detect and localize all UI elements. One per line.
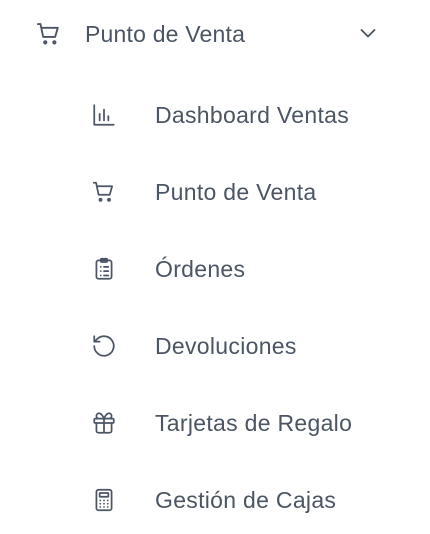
sidebar-item-gestion-de-cajas[interactable]: Gestión de Cajas (80, 471, 410, 527)
sidebar-item-label: Devoluciones (155, 333, 297, 359)
sidebar-item-tarjetas-de-regalo[interactable]: Tarjetas de Regalo (80, 394, 410, 450)
sidebar-item-ordenes[interactable]: Órdenes (80, 240, 410, 296)
sidebar-item-label: Dashboard Ventas (155, 102, 350, 128)
calculator-icon (91, 487, 117, 513)
sidebar-item-label: Punto de Venta (155, 179, 317, 205)
rotate-ccw-icon (91, 333, 117, 359)
sidebar-item-label: Tarjetas de Regalo (155, 410, 353, 436)
clipboard-list-icon (91, 256, 117, 282)
gift-icon (91, 410, 117, 436)
sidebar-item-label: Gestión de Cajas (155, 487, 337, 513)
shopping-cart-icon (91, 179, 117, 205)
sidebar-item-punto-de-venta[interactable]: Punto de Venta (80, 163, 410, 219)
chevron-down-icon[interactable] (356, 21, 380, 45)
sidebar-item-label: Órdenes (155, 256, 246, 282)
sidebar-item-devoluciones[interactable]: Devoluciones (80, 317, 410, 373)
sidebar-menu: Punto de Venta Dashboard Ventas Punto de… (0, 0, 430, 534)
shopping-cart-icon (35, 20, 63, 48)
section-header-punto-de-venta[interactable]: Punto de Venta (0, 0, 430, 68)
sidebar-item-dashboard-ventas[interactable]: Dashboard Ventas (80, 86, 410, 142)
bar-chart-icon (91, 102, 117, 128)
section-header-label: Punto de Venta (85, 21, 246, 47)
